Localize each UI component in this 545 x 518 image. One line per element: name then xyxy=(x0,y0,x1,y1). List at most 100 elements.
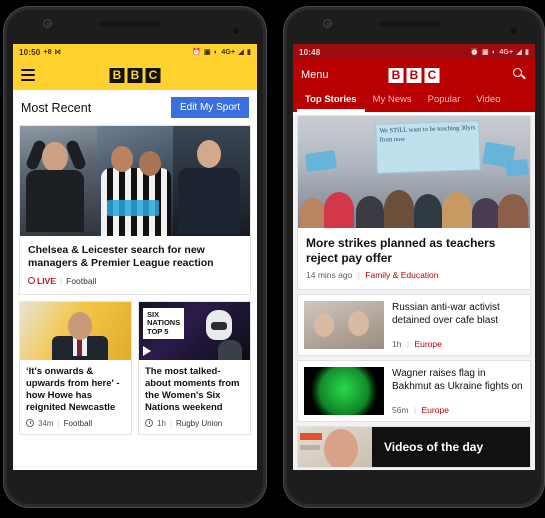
videos-thumbnail xyxy=(298,427,372,467)
story-topic: Rugby Union xyxy=(175,418,223,428)
protest-placard: We STILL want to be teaching 30yrs from … xyxy=(375,120,481,174)
proximity-sensor-icon xyxy=(511,28,517,34)
bluetooth-icon: ⨝ xyxy=(54,48,61,56)
story-thumbnail-night-vision xyxy=(304,367,384,415)
story-category: Europe xyxy=(414,339,442,349)
hamburger-icon[interactable] xyxy=(21,69,35,81)
lead-story-image-protest: We STILL want to be teaching 30yrs from … xyxy=(298,116,530,228)
status-bar-right-group: ⏰ ▣ ◐ 4G+ ◢ ▮ xyxy=(470,49,529,56)
bbc-sport-header: B B C xyxy=(13,60,257,90)
front-camera-icon xyxy=(323,19,332,28)
story-card-six-nations[interactable]: SIX NATIONS TOP 5 The most talked-about mo… xyxy=(138,300,251,435)
story-card-howe[interactable]: ‘It's onwards & upwards from here' - how… xyxy=(19,300,132,435)
story-row-wagner[interactable]: Wagner raises flag in Bakhmut as Ukraine… xyxy=(297,360,531,422)
brightness-icon: ◐ xyxy=(213,48,219,56)
play-icon[interactable] xyxy=(143,345,151,356)
signal-icon: ◢ xyxy=(238,48,244,56)
bbc-logo-letter-2: B xyxy=(406,67,422,83)
story-thumbnail-pundit xyxy=(20,301,131,360)
story-meta: 34m | Football xyxy=(20,419,131,434)
story-time: 1h xyxy=(157,418,166,428)
battery-icon: ▮ xyxy=(524,48,529,56)
story-row-activist[interactable]: Russian anti-war activist detained over … xyxy=(297,294,531,356)
face-shape xyxy=(348,311,369,336)
lead-story-card[interactable]: We STILL want to be teaching 30yrs from … xyxy=(297,115,531,290)
meta-separator: | xyxy=(406,339,410,349)
status-bar-left: 10:50 +8 ⨝ ⏰ ▣ ◐ 4G+ ◢ ▮ xyxy=(13,44,257,60)
bbc-logo-letter-1: B xyxy=(388,67,404,83)
screenshot-icon: ▣ xyxy=(204,48,211,56)
lead-story-meta: LIVE | Football xyxy=(20,276,250,294)
status-bar-right: 10:48 ⏰ ▣ ◐ 4G+ ◢ ▮ xyxy=(293,44,535,60)
story-time: 34m xyxy=(38,418,54,428)
crowd-figure xyxy=(218,339,242,360)
bbc-logo[interactable]: B B C xyxy=(109,67,161,83)
earpiece-speaker xyxy=(379,22,441,26)
clock-icon xyxy=(26,419,34,427)
phone-screen-right: 10:48 ⏰ ▣ ◐ 4G+ ◢ ▮ Menu B B C Top Stori… xyxy=(293,44,535,470)
bbc-logo[interactable]: B B C xyxy=(388,67,440,83)
live-label: LIVE xyxy=(37,275,56,286)
edit-my-sport-button[interactable]: Edit My Sport xyxy=(170,97,249,118)
section-header-row: Most Recent Edit My Sport xyxy=(13,90,257,125)
lead-story-topic: Football xyxy=(66,275,97,286)
story-headline: The most talked-about moments from the W… xyxy=(145,365,240,414)
alarm-icon: ⏰ xyxy=(192,48,202,56)
stormtrooper-figure xyxy=(206,309,232,340)
bbc-logo-letter-3: C xyxy=(145,67,161,83)
4g-plus-icon: 4G+ xyxy=(221,48,236,56)
tab-popular[interactable]: Popular xyxy=(420,90,469,112)
story-headline: ‘It's onwards & upwards from here' - how… xyxy=(26,365,120,414)
six-nations-top5-badge: SIX NATIONS TOP 5 xyxy=(143,307,185,340)
tab-top-stories[interactable]: Top Stories xyxy=(297,90,365,112)
bbc-logo-letter-1: B xyxy=(109,67,125,83)
meta-separator: | xyxy=(169,418,172,428)
status-time: 10:50 xyxy=(19,47,41,57)
face-shape xyxy=(314,313,334,337)
phone-device-right: 10:48 ⏰ ▣ ◐ 4G+ ◢ ▮ Menu B B C Top Stori… xyxy=(283,6,545,508)
story-meta: 1h | Rugby Union xyxy=(139,419,250,434)
meta-separator: | xyxy=(57,418,60,428)
tab-video[interactable]: Video xyxy=(468,90,508,112)
meta-separator: | xyxy=(413,405,417,415)
protest-flag xyxy=(304,150,338,172)
alarm-icon: ⏰ xyxy=(470,48,480,56)
secondary-cards-row: ‘It's onwards & upwards from here' - how… xyxy=(19,300,251,435)
page-title: Most Recent xyxy=(21,100,92,115)
clock-icon xyxy=(145,419,153,427)
lead-story-card[interactable]: Chelsea & Leicester search for new manag… xyxy=(19,125,251,295)
lead-story-category: Family & Education xyxy=(365,270,439,280)
bbc-logo-letter-3: C xyxy=(424,67,440,83)
image-panel-players-celebrating xyxy=(96,126,174,236)
signal-plus-8-icon: +8 xyxy=(43,48,52,56)
lead-story-time: 14 mins ago xyxy=(306,270,353,280)
lead-story-headline: Chelsea & Leicester search for new manag… xyxy=(28,244,214,270)
lead-story-meta: 14 mins ago | Family & Education xyxy=(298,270,530,289)
image-panel-manager-touchline xyxy=(173,126,251,236)
protest-crowd xyxy=(298,180,530,228)
screenshot-icon: ▣ xyxy=(482,48,489,56)
status-bar-right-group: ⏰ ▣ ◐ 4G+ ◢ ▮ xyxy=(192,49,251,56)
story-category: Europe xyxy=(421,405,449,415)
phone-device-left: 10:50 +8 ⨝ ⏰ ▣ ◐ 4G+ ◢ ▮ B B C Most Rece… xyxy=(3,6,267,508)
lead-story-headline: More strikes planned as teachers reject … xyxy=(306,236,496,265)
news-tabs: Top Stories My News Popular Video xyxy=(293,90,535,112)
menu-button[interactable]: Menu xyxy=(301,69,329,81)
meta-separator: | xyxy=(357,270,360,280)
search-icon[interactable] xyxy=(513,68,527,82)
story-meta: 1h | Europe xyxy=(392,339,524,349)
status-bar-left-group: 10:50 +8 ⨝ xyxy=(19,48,61,57)
tab-my-news[interactable]: My News xyxy=(365,90,420,112)
image-panel-manager-despair xyxy=(20,126,97,236)
videos-of-the-day-section[interactable]: Videos of the day xyxy=(297,426,531,468)
screenshot-stage: 10:50 +8 ⨝ ⏰ ▣ ◐ 4G+ ◢ ▮ B B C Most Rece… xyxy=(0,0,545,518)
live-dot-icon xyxy=(28,277,35,285)
proximity-sensor-icon xyxy=(233,28,239,34)
story-thumbnail-six-nations: SIX NATIONS TOP 5 xyxy=(139,301,250,360)
bbc-news-header: Menu B B C xyxy=(293,60,535,90)
story-meta: 56m | Europe xyxy=(392,405,524,415)
story-time: 1h xyxy=(392,339,402,349)
front-camera-icon xyxy=(43,19,52,28)
meta-separator: | xyxy=(59,275,63,286)
earpiece-speaker xyxy=(99,22,161,26)
